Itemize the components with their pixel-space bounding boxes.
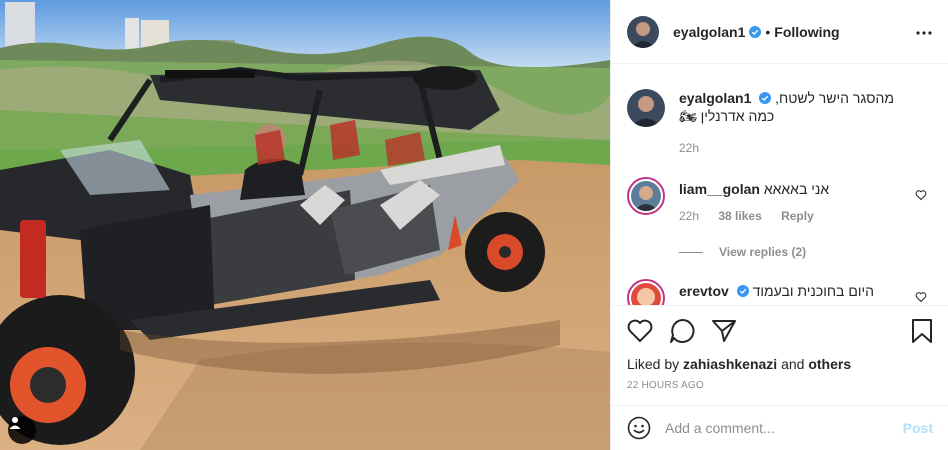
comment-username[interactable]: liam__golan: [679, 181, 760, 197]
post-header: eyalgolan1 • Following: [611, 0, 948, 64]
replies-divider: [679, 251, 703, 253]
separator-dot: •: [765, 23, 771, 40]
caption-author-avatar[interactable]: [627, 89, 665, 127]
comment-username[interactable]: erevtov: [679, 283, 729, 299]
heart-icon: [627, 319, 653, 343]
user-tag-icon: [9, 417, 21, 429]
commenter-avatar[interactable]: [627, 177, 665, 215]
comments-list[interactable]: eyalgolan1 מהסגר הישר לשטח, כמה אדרנלין …: [611, 65, 948, 305]
verified-badge-icon: [749, 25, 762, 38]
comment-like-heart-icon[interactable]: [915, 189, 927, 201]
post-comment-button[interactable]: Post: [903, 420, 933, 436]
add-comment-bar: Post: [611, 405, 948, 450]
action-bar: [611, 306, 948, 356]
comment-item: erevtov היום בחוכנית ובעמוד: [627, 279, 933, 305]
avatar-image: [627, 15, 659, 48]
verified-badge-icon: [736, 285, 749, 297]
comment-like-heart-icon[interactable]: [915, 291, 927, 303]
comment-likes[interactable]: 38 likes: [718, 209, 761, 223]
save-button[interactable]: [911, 318, 933, 344]
liked-by-others-link[interactable]: others: [808, 356, 851, 372]
bookmark-icon: [912, 319, 932, 343]
comment-age[interactable]: 22h: [679, 209, 699, 223]
liked-by-user-link[interactable]: zahiashkenazi: [683, 356, 777, 372]
like-button[interactable]: [627, 319, 653, 343]
user-tag-button[interactable]: [8, 416, 36, 444]
post-photo[interactable]: [0, 0, 610, 450]
more-options-icon: [916, 31, 932, 35]
liked-by-prefix: Liked by: [627, 356, 680, 372]
post-timestamp[interactable]: 22 HOURS AGO: [611, 372, 948, 391]
comment-text: היום בחוכנית ובעמוד: [752, 283, 874, 299]
comment-icon: [670, 318, 695, 343]
following-button[interactable]: Following: [774, 24, 839, 40]
reply-button[interactable]: Reply: [781, 209, 814, 223]
liked-by-summary: Liked by zahiashkenazi and others: [611, 356, 948, 372]
comment-text: אני באאאא: [763, 181, 830, 197]
view-replies-button[interactable]: View replies (2): [679, 245, 933, 259]
avatar-image: [631, 181, 661, 211]
author-avatar[interactable]: [627, 15, 659, 48]
view-replies-label: View replies (2): [719, 245, 807, 259]
liked-by-and: and: [781, 356, 805, 372]
commenter-avatar[interactable]: [627, 279, 665, 305]
caption-item: eyalgolan1 מהסגר הישר לשטח, כמה אדרנלין …: [627, 89, 933, 155]
post-side-panel: eyalgolan1 • Following eyalgolan1 מהסגר …: [610, 0, 948, 450]
instagram-post: eyalgolan1 • Following eyalgolan1 מהסגר …: [0, 0, 948, 450]
comment-button[interactable]: [669, 318, 695, 344]
caption-text-line2: כמה אדרנלין 🏍: [679, 108, 775, 124]
more-options-button[interactable]: [912, 21, 936, 45]
avatar-image: [627, 89, 665, 127]
emoji-button[interactable]: [627, 416, 651, 440]
caption-age[interactable]: 22h: [679, 141, 699, 155]
share-icon: [712, 320, 736, 342]
comment-input[interactable]: [665, 420, 903, 436]
verified-badge-icon: [759, 92, 772, 104]
emoji-icon: [627, 416, 651, 440]
comment-item: liam__golan אני באאאא 22h 38 likes Reply: [627, 177, 933, 223]
author-username[interactable]: eyalgolan1: [673, 24, 745, 40]
caption-text-line1: מהסגר הישר לשטח,: [775, 90, 894, 106]
post-actions-section: Liked by zahiashkenazi and others 22 HOU…: [611, 305, 948, 391]
offroad-vehicle-image: [0, 0, 610, 450]
caption-username[interactable]: eyalgolan1: [679, 90, 751, 106]
avatar-image: [631, 283, 661, 305]
share-button[interactable]: [711, 319, 737, 343]
